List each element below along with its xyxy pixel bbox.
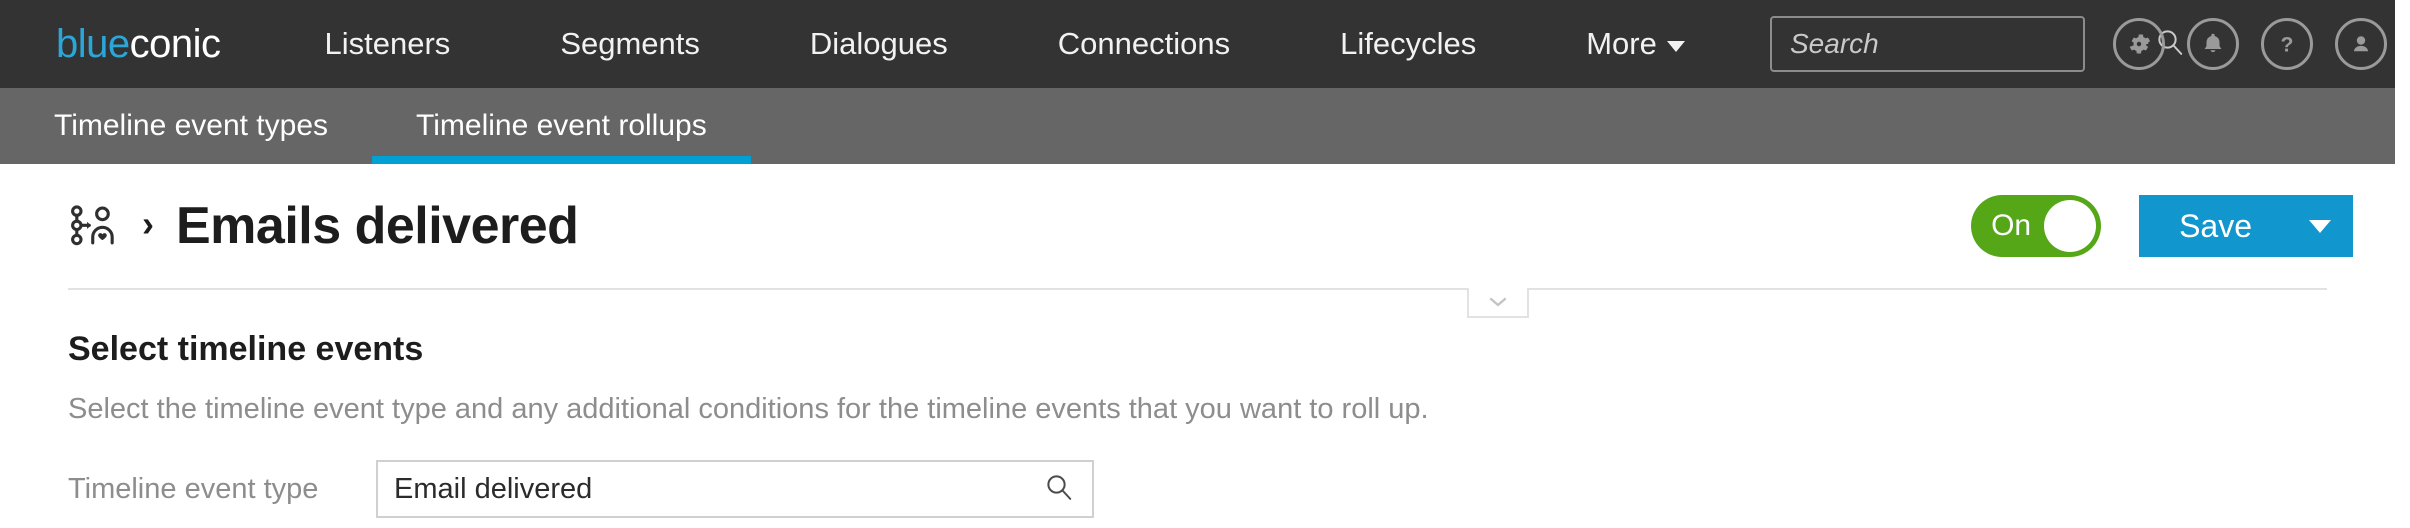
page-title-bar: › Emails delivered On Save bbox=[0, 164, 2395, 288]
toggle-knob bbox=[2044, 200, 2097, 252]
gear-icon[interactable] bbox=[2113, 18, 2165, 70]
nav-item-connections[interactable]: Connections bbox=[1058, 26, 1230, 62]
breadcrumb-separator-icon: › bbox=[142, 203, 154, 244]
timeline-event-type-row: Timeline event type bbox=[0, 460, 2395, 518]
help-icon[interactable]: ? bbox=[2261, 18, 2313, 70]
caret-down-icon bbox=[2309, 219, 2331, 233]
top-nav-right-cluster: ? bbox=[1770, 0, 2387, 88]
save-button-group[interactable]: Save bbox=[2139, 195, 2353, 257]
nav-item-dialogues[interactable]: Dialogues bbox=[810, 26, 948, 62]
collapse-panel-button[interactable] bbox=[1467, 288, 1529, 318]
chevron-down-icon bbox=[1666, 40, 1685, 52]
top-navigation-bar: blueconic Listeners Segments Dialogues C… bbox=[0, 0, 2395, 88]
app-root: blueconic Listeners Segments Dialogues C… bbox=[0, 0, 2410, 528]
nav-item-more-label: More bbox=[1586, 26, 1657, 61]
nav-item-lifecycles[interactable]: Lifecycles bbox=[1340, 26, 1476, 62]
timeline-event-type-input[interactable] bbox=[394, 472, 1044, 506]
divider-line bbox=[68, 288, 2327, 290]
page-actions: On Save bbox=[1971, 195, 2353, 257]
timeline-event-type-label: Timeline event type bbox=[68, 472, 319, 505]
avatar-icon[interactable] bbox=[2335, 18, 2387, 70]
tab-timeline-event-types-label: Timeline event types bbox=[54, 109, 329, 142]
section-description: Select the timeline event type and any a… bbox=[68, 393, 1429, 425]
nav-item-segments[interactable]: Segments bbox=[560, 26, 700, 62]
bell-icon[interactable] bbox=[2187, 18, 2239, 70]
save-button[interactable]: Save bbox=[2139, 208, 2286, 245]
breadcrumb: › Emails delivered bbox=[66, 196, 579, 256]
tab-active-underline bbox=[372, 156, 751, 164]
nav-item-more[interactable]: More bbox=[1586, 26, 1685, 62]
logo-text-conic: conic bbox=[129, 21, 221, 66]
page-title: Emails delivered bbox=[176, 197, 579, 255]
logo-text-blue: blue bbox=[56, 21, 130, 66]
tab-timeline-event-rollups[interactable]: Timeline event rollups bbox=[372, 88, 751, 164]
select-timeline-events-section: Select timeline events Select the timeli… bbox=[0, 330, 2395, 426]
svg-text:?: ? bbox=[2281, 33, 2294, 57]
enable-toggle[interactable]: On bbox=[1971, 195, 2102, 257]
global-search[interactable] bbox=[1770, 16, 2183, 72]
timeline-event-rollup-icon[interactable] bbox=[66, 199, 120, 253]
chevron-down-icon bbox=[1489, 297, 1507, 307]
section-divider bbox=[0, 288, 2395, 318]
tab-timeline-event-rollups-label: Timeline event rollups bbox=[416, 109, 707, 142]
enable-toggle-label: On bbox=[1991, 209, 2032, 242]
sub-navigation-tabs: Timeline event types Timeline event roll… bbox=[0, 88, 2395, 164]
primary-nav-links: Listeners Segments Dialogues Connections… bbox=[325, 26, 1685, 62]
timeline-event-type-field[interactable] bbox=[376, 460, 1094, 518]
tab-timeline-event-types[interactable]: Timeline event types bbox=[10, 88, 372, 164]
section-heading: Select timeline events bbox=[68, 330, 424, 368]
blueconic-logo[interactable]: blueconic bbox=[56, 22, 221, 67]
save-dropdown-button[interactable] bbox=[2287, 195, 2353, 257]
search-input[interactable] bbox=[1790, 28, 2155, 60]
browser-viewport: blueconic Listeners Segments Dialogues C… bbox=[0, 0, 2395, 528]
search-icon[interactable] bbox=[1044, 472, 1074, 507]
nav-item-listeners[interactable]: Listeners bbox=[325, 26, 451, 62]
